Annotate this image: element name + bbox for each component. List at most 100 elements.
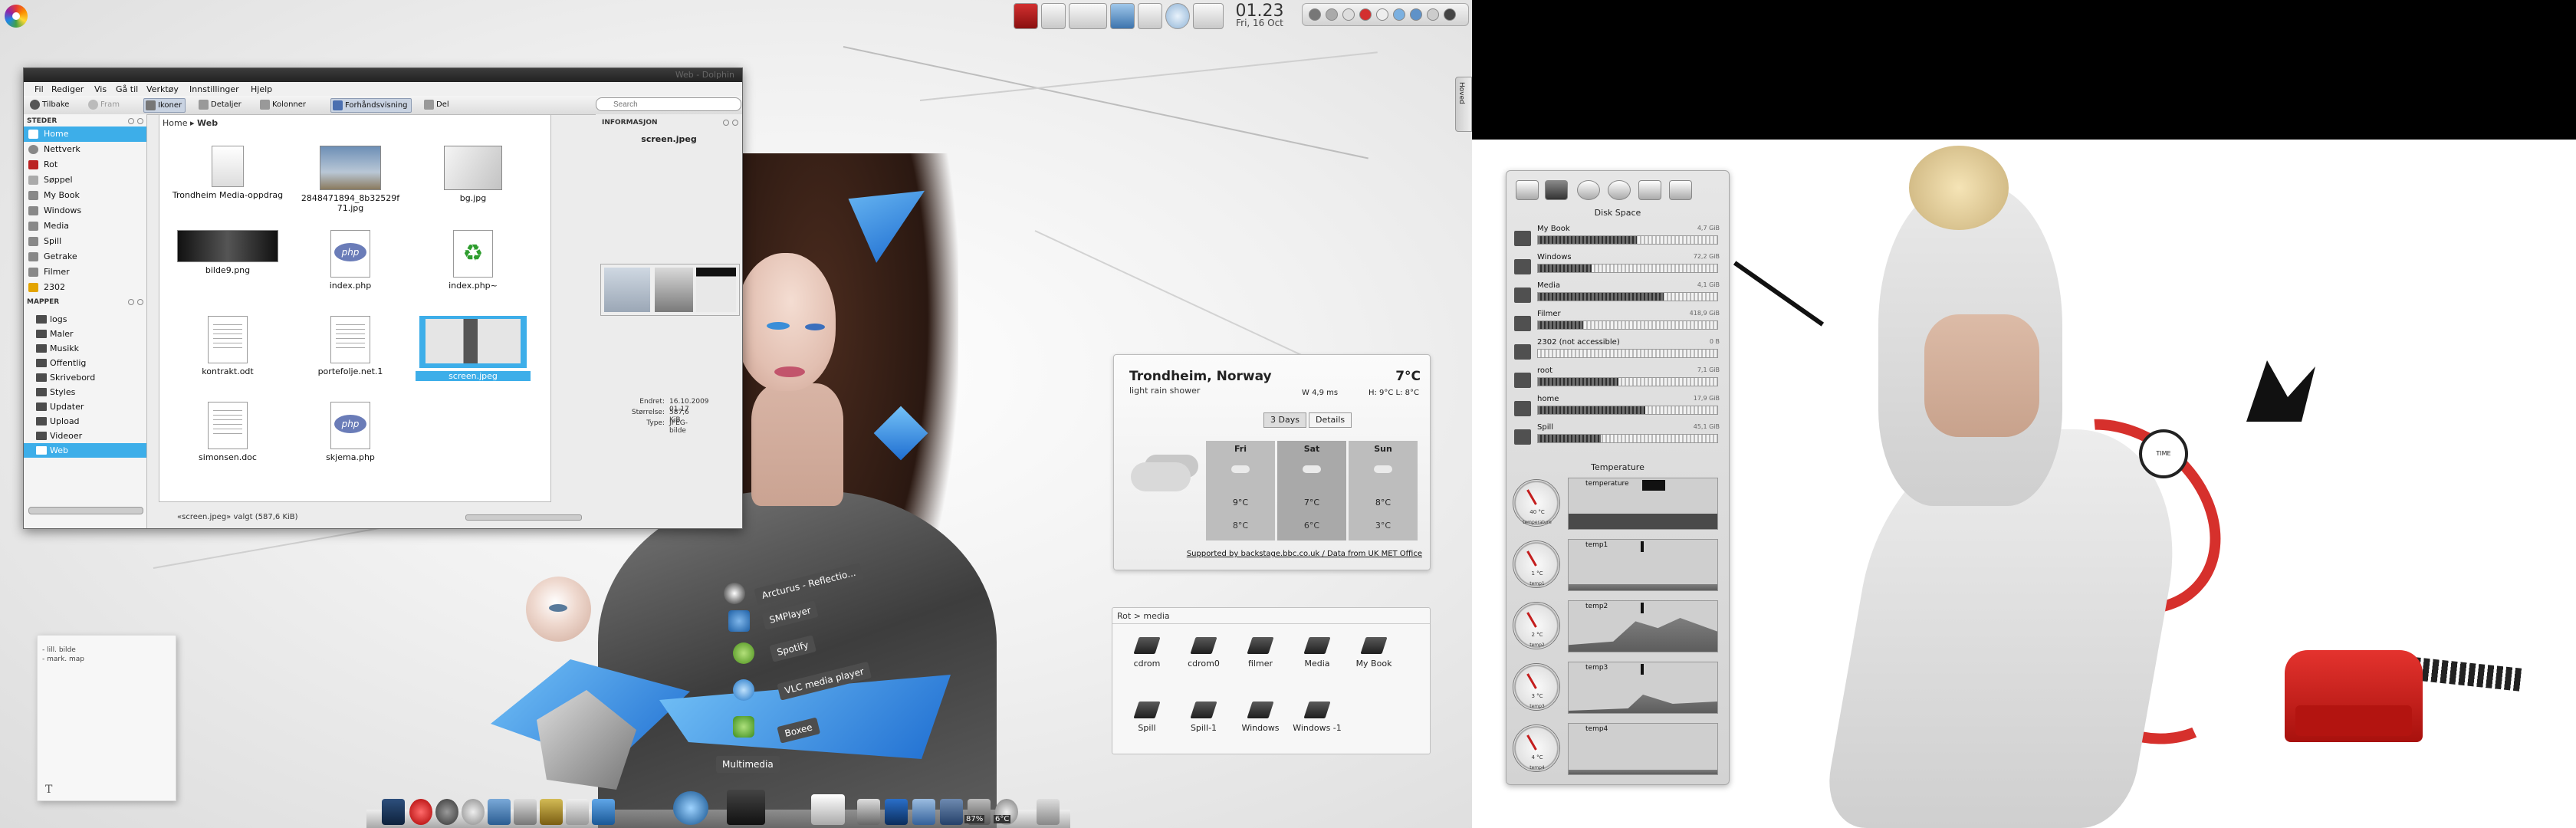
menu-go[interactable]: Gå til — [116, 84, 138, 94]
image-viewer-icon[interactable] — [1041, 3, 1066, 29]
file-item[interactable]: skjema.php — [293, 402, 408, 462]
folder-item-selected[interactable]: Web — [24, 443, 146, 458]
forward-button[interactable]: Fram — [87, 98, 120, 111]
panel-close-icon[interactable] — [137, 299, 143, 305]
folder-item[interactable]: Offentlig — [24, 356, 146, 370]
file-item[interactable]: simonsen.doc — [170, 402, 285, 462]
tab-3-days[interactable]: 3 Days — [1263, 412, 1306, 428]
vlc-icon[interactable] — [733, 679, 754, 701]
panel-close-icon[interactable] — [732, 120, 738, 126]
settings-icon[interactable] — [514, 799, 537, 825]
breadcrumb-current[interactable]: Web — [197, 118, 218, 128]
folder-item[interactable]: Updater — [24, 399, 146, 414]
text-format-icon[interactable]: T — [45, 784, 52, 796]
file-item[interactable]: kontrakt.odt — [170, 316, 285, 376]
memory-topic-icon[interactable] — [1638, 180, 1661, 200]
folder-view-item[interactable]: Spill-1 — [1177, 702, 1230, 733]
menu-tools[interactable]: Verktøy — [146, 84, 179, 94]
device-notifier-icon[interactable] — [1376, 8, 1388, 21]
system-monitor-icon[interactable] — [940, 799, 963, 825]
clipboard-icon[interactable] — [1342, 8, 1355, 21]
place-filmer[interactable]: Filmer — [24, 264, 146, 280]
pdf-reader-icon[interactable] — [1014, 3, 1038, 29]
panel-detach-icon[interactable] — [723, 120, 729, 126]
folder-item[interactable]: Styles — [24, 385, 146, 399]
opera-icon[interactable] — [409, 799, 432, 825]
folder-view-item[interactable]: Media — [1290, 637, 1344, 669]
back-button[interactable]: Tilbake — [28, 98, 69, 111]
download-icon[interactable] — [1410, 8, 1422, 21]
file-item[interactable]: portefolje.net.1 — [293, 316, 408, 376]
folder-item[interactable]: Upload — [24, 414, 146, 429]
info-icon[interactable] — [1444, 8, 1456, 21]
panel-detach-icon[interactable] — [128, 118, 134, 124]
document-icon[interactable] — [566, 799, 589, 825]
folder-view-item[interactable]: Spill — [1120, 702, 1174, 733]
file-manager-icon[interactable] — [488, 799, 511, 825]
disk-topic-icon[interactable] — [1545, 180, 1568, 200]
media-player-icon[interactable] — [435, 799, 458, 825]
view-icons-button[interactable]: Ikoner — [143, 98, 186, 113]
editor-icon[interactable] — [592, 799, 615, 825]
network-topic-icon[interactable] — [1516, 180, 1539, 200]
folder-view-item[interactable]: cdrom — [1120, 637, 1174, 669]
split-button[interactable]: Del — [422, 98, 449, 111]
tab-details[interactable]: Details — [1309, 412, 1352, 428]
folder-item[interactable]: Maler — [24, 327, 146, 341]
trash-icon[interactable] — [1037, 799, 1060, 825]
folder-item[interactable]: Videoer — [24, 429, 146, 443]
kickoff-menu-icon[interactable] — [5, 5, 28, 28]
weather-credit-link[interactable]: Supported by backstage.bbc.co.uk / Data … — [1114, 550, 1422, 558]
launcher-multimedia[interactable]: Multimedia — [716, 756, 780, 773]
file-item[interactable]: ♻ index.php~ — [416, 230, 531, 291]
menu-view[interactable]: Vis — [94, 84, 107, 94]
folder-view-item[interactable]: Windows -1 — [1290, 702, 1344, 733]
file-item[interactable]: Trondheim Media-oppdrag — [170, 146, 285, 200]
search-input[interactable] — [596, 97, 741, 111]
file-item[interactable]: bilde9.png — [170, 230, 285, 275]
spotify-icon[interactable] — [733, 642, 754, 664]
menu-file[interactable]: Fil — [34, 84, 44, 94]
browser-icon[interactable] — [462, 799, 485, 825]
view-details-button[interactable]: Detaljer — [197, 98, 242, 111]
writer-icon[interactable] — [811, 794, 845, 825]
arcturus-icon[interactable] — [724, 583, 745, 604]
breadcrumb-home[interactable]: Home — [163, 118, 187, 128]
folder-view-item[interactable]: filmer — [1234, 637, 1287, 669]
temperature-topic-icon[interactable] — [1577, 180, 1600, 200]
folder-view-item[interactable]: Windows — [1234, 702, 1287, 733]
network-icon[interactable] — [1165, 3, 1190, 29]
audio-editor-icon[interactable] — [540, 799, 563, 825]
file-item-selected[interactable]: screen.jpeg — [416, 316, 531, 381]
window-list-icon[interactable] — [1069, 3, 1107, 29]
place-media[interactable]: Media — [24, 219, 146, 234]
place-my-book[interactable]: My Book — [24, 188, 146, 203]
cpu-topic-icon[interactable] — [1608, 180, 1631, 200]
file-item[interactable]: bg.jpg — [416, 146, 531, 203]
camera-icon[interactable] — [727, 790, 765, 825]
window-titlebar[interactable]: Web - Dolphin — [24, 68, 742, 82]
notes-icon[interactable] — [1193, 3, 1224, 29]
place-home[interactable]: Home — [24, 127, 146, 142]
folder-item[interactable]: Musikk — [24, 341, 146, 356]
boxee-icon[interactable] — [733, 716, 754, 738]
globe-icon[interactable] — [673, 791, 708, 825]
terminal-icon[interactable] — [382, 799, 405, 825]
file-item[interactable]: 2848471894_8b32529f 71.jpg — [293, 146, 408, 213]
panel-hoved-tab[interactable]: Hoved — [1455, 77, 1472, 132]
place-2302[interactable]: 2302 — [24, 280, 146, 295]
preview-button[interactable]: Forhåndsvisning — [330, 98, 412, 113]
folders-scrollbar[interactable] — [28, 507, 143, 514]
panel-close-icon[interactable] — [137, 118, 143, 124]
menu-help[interactable]: Hjelp — [251, 84, 272, 94]
power-icon[interactable] — [1326, 8, 1338, 21]
panel-detach-icon[interactable] — [128, 299, 134, 305]
place-getrake[interactable]: Getrake — [24, 249, 146, 264]
folder-item[interactable]: Skrivebord — [24, 370, 146, 385]
skype-icon[interactable] — [1427, 8, 1439, 21]
trash-icon[interactable] — [1138, 3, 1162, 29]
place-windows[interactable]: Windows — [24, 203, 146, 219]
sticky-note[interactable]: - lill. bilde - mark. map T — [37, 635, 176, 801]
place-network[interactable]: Nettverk — [24, 142, 146, 157]
place-root[interactable]: Rot — [24, 157, 146, 172]
